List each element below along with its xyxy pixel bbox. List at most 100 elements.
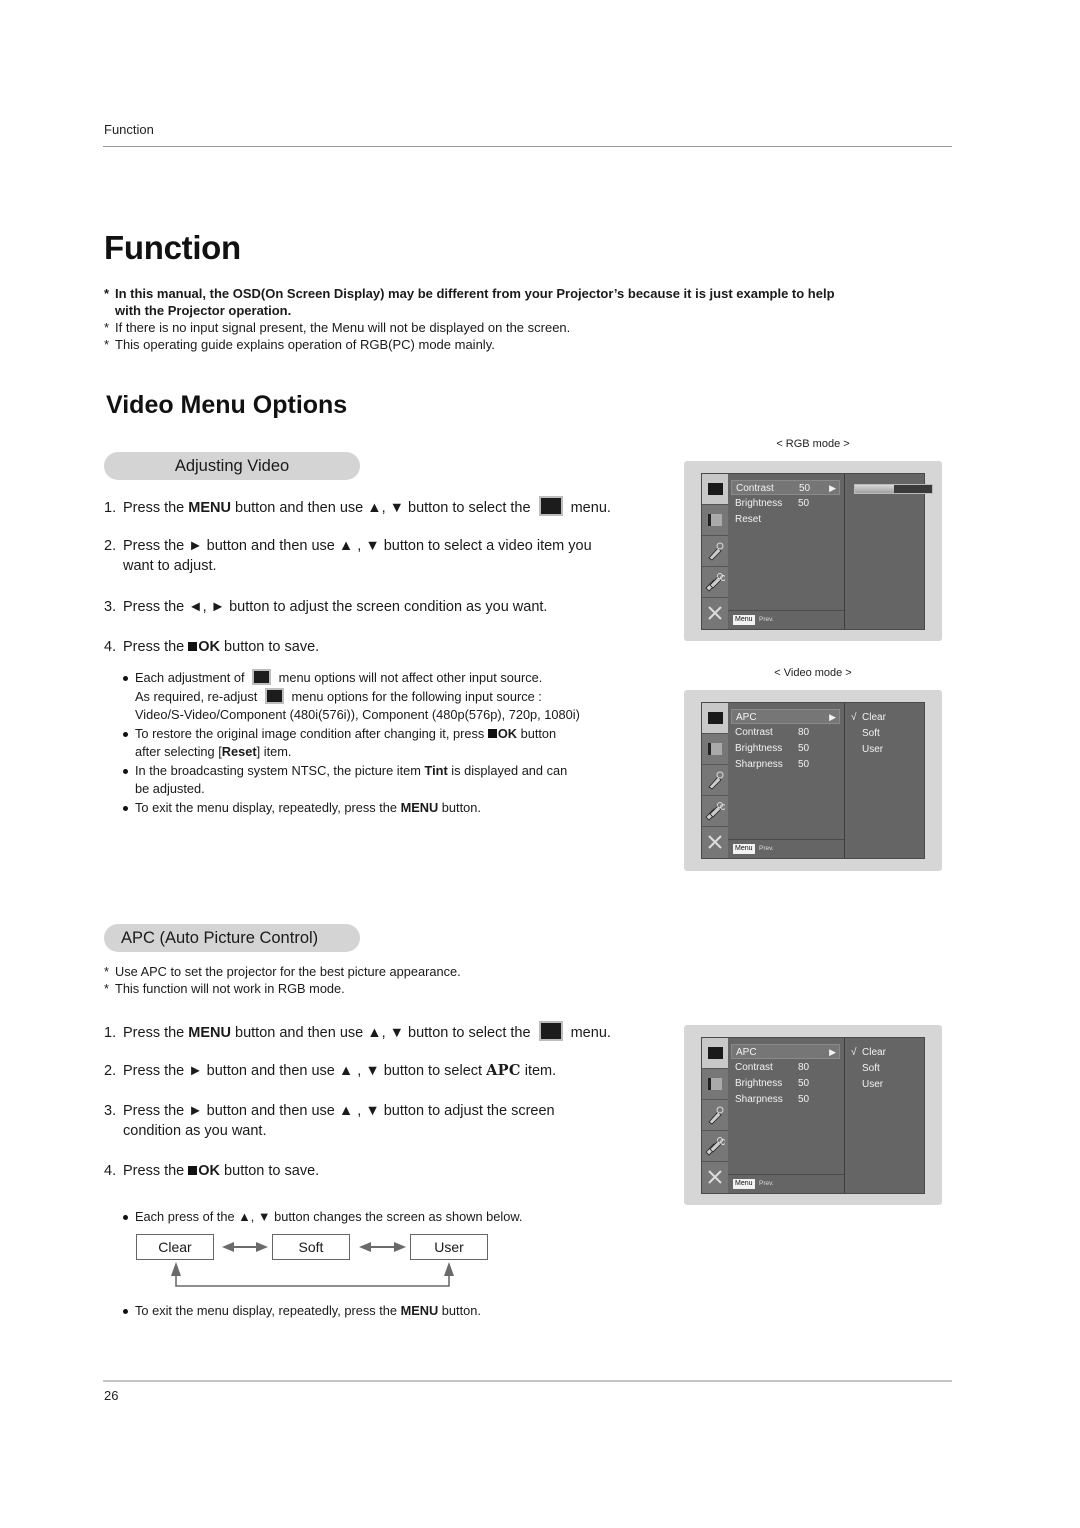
- osd-item-apc[interactable]: APC ▶: [731, 709, 840, 724]
- osd-sidebar: [702, 703, 728, 858]
- osd-panel: APC ▶ Contrast 80 Brightness 50 Sharpness 50…: [701, 702, 925, 859]
- osd-item-brightness[interactable]: Brightness 50: [731, 496, 840, 511]
- menu-key: Menu: [733, 844, 755, 854]
- return-arrow-icon: [171, 1262, 454, 1287]
- picture-icon: [707, 712, 723, 724]
- osd-option-user[interactable]: User: [851, 1077, 883, 1092]
- apc-step-3: 3. Press the ► button and then use ▲ , ▼ …: [104, 1103, 555, 1139]
- picture-menu-icon: [538, 496, 563, 516]
- osd-tab-options-multi: [702, 567, 728, 598]
- picture-menu-icon: [264, 687, 284, 704]
- tools-icon: [708, 606, 722, 620]
- ok-square-icon: [188, 642, 198, 651]
- osd-tab-setup: [702, 1162, 728, 1192]
- osd-tab-options-multi: [702, 796, 728, 827]
- video-mode-label: < Video mode >: [774, 667, 852, 679]
- bullet-input-source: Each adjustment of menu options will not…: [123, 669, 663, 725]
- osd-item-reset[interactable]: Reset: [731, 512, 840, 527]
- osd-panel: APC ▶ Contrast 80 Brightness 50 Sharpness 50…: [701, 1037, 925, 1194]
- step-3: 3. Press the ◄, ► button to adjust the sc…: [104, 599, 548, 615]
- osd-apc-screenshot: APC ▶ Contrast 80 Brightness 50 Sharpness 50…: [684, 1025, 942, 1205]
- osd-item-contrast[interactable]: Contrast 80: [731, 725, 840, 740]
- osd-footer: Menu Prev.: [728, 610, 844, 629]
- contrast-level-fill: [855, 485, 894, 493]
- running-head: Function: [104, 122, 154, 137]
- osd-footer: Menu Prev.: [728, 839, 844, 858]
- step-4: 4. Press the OK button to save.: [104, 639, 320, 655]
- osd-item-sharpness[interactable]: Sharpness 50: [731, 757, 840, 772]
- osd-tab-screen: [702, 734, 728, 765]
- screen-icon: [708, 514, 722, 526]
- osd-item-brightness[interactable]: Brightness 50: [731, 1076, 840, 1091]
- apc-step-1: 1. Press the MENU button and then use ▲, …: [104, 1021, 611, 1043]
- osd-sidebar: [702, 1038, 728, 1193]
- step-1: 1. Press the MENU button and then use ▲, …: [104, 496, 611, 518]
- osd-tab-picture: [702, 474, 728, 505]
- note-apc-rgb: * This function will not work in RGB mode…: [104, 981, 345, 996]
- menu-key: Menu: [733, 1179, 755, 1189]
- apc-notes: * Use APC to set the projector for the be…: [104, 963, 461, 997]
- tags-icon: [705, 802, 725, 821]
- osd-tab-option: [702, 1100, 728, 1131]
- tags-icon: [705, 1137, 725, 1156]
- note-no-signal: * If there is no input signal present, t…: [104, 320, 571, 335]
- picture-menu-icon: [252, 669, 272, 685]
- osd-option-user[interactable]: User: [851, 742, 883, 757]
- tag-icon: [708, 1106, 724, 1125]
- osd-tab-picture: [702, 1038, 728, 1069]
- contrast-level-bar[interactable]: [854, 484, 933, 494]
- menu-key: Menu: [733, 615, 755, 625]
- osd-value-panel: [845, 474, 933, 629]
- screen-icon: [708, 743, 722, 755]
- osd-option-clear[interactable]: √ Clear: [851, 1045, 886, 1060]
- note-rgb-mode: * This operating guide explains operatio…: [104, 337, 495, 352]
- adjusting-video-bullets: Each adjustment of menu options will not…: [123, 669, 663, 817]
- osd-item-contrast[interactable]: Contrast 50 ▶: [731, 480, 840, 495]
- osd-tab-options-multi: [702, 1131, 728, 1162]
- tag-icon: [708, 771, 724, 790]
- osd-tab-setup: [702, 598, 728, 628]
- osd-option-clear[interactable]: √ Clear: [851, 710, 886, 725]
- picture-icon: [707, 483, 723, 495]
- prev-label: Prev.: [759, 616, 774, 623]
- page-number: 26: [104, 1388, 119, 1403]
- osd-option-soft[interactable]: Soft: [851, 1061, 880, 1076]
- osd-video-screenshot: APC ▶ Contrast 80 Brightness 50 Sharpness 50…: [684, 690, 942, 871]
- header-divider: [103, 146, 952, 147]
- osd-menu-list: APC ▶ Contrast 80 Brightness 50 Sharpness 50…: [728, 1038, 845, 1193]
- osd-item-brightness[interactable]: Brightness 50: [731, 741, 840, 756]
- osd-tab-picture: [702, 703, 728, 734]
- osd-sidebar: [702, 474, 728, 629]
- osd-tab-setup: [702, 827, 728, 857]
- osd-option-soft[interactable]: Soft: [851, 726, 880, 741]
- right-arrow-icon: ▶: [829, 1047, 836, 1057]
- screen-icon: [708, 1078, 722, 1090]
- ok-square-icon: [188, 1166, 198, 1175]
- osd-tab-screen: [702, 1069, 728, 1100]
- apc-step-2: 2. Press the ► button and then use ▲ , ▼ …: [104, 1062, 557, 1079]
- note-osd-disclaimer: * In this manual, the OSD(On Screen Disp…: [104, 286, 835, 318]
- osd-footer: Menu Prev.: [728, 1174, 844, 1193]
- osd-tab-option: [702, 765, 728, 796]
- osd-tab-screen: [702, 505, 728, 536]
- osd-item-sharpness[interactable]: Sharpness 50: [731, 1092, 840, 1107]
- check-icon: √: [851, 1047, 857, 1058]
- osd-options-panel: √ Clear Soft User: [845, 703, 924, 858]
- apc-bullet-cycle: Each press of the ▲, ▼ button changes th…: [123, 1208, 663, 1227]
- subsection-heading-adjusting-video: Adjusting Video: [104, 452, 360, 480]
- osd-options-panel: √ Clear Soft User: [845, 1038, 924, 1193]
- bullet-dot-icon: [123, 731, 128, 737]
- bullet-dot-icon: [123, 805, 128, 811]
- subsection-heading-apc: APC (Auto Picture Control): [104, 924, 360, 952]
- rgb-mode-label: < RGB mode >: [776, 438, 850, 450]
- prev-label: Prev.: [759, 1180, 774, 1187]
- osd-item-apc[interactable]: APC ▶: [731, 1044, 840, 1059]
- apc-step-4: 4. Press the OK button to save.: [104, 1163, 320, 1179]
- osd-panel: Contrast 50 ▶ Brightness 50 Reset Menu Prev.: [701, 473, 933, 630]
- ok-square-icon: [487, 728, 497, 738]
- bullet-dot-icon: [123, 1215, 128, 1220]
- section-title: Video Menu Options: [106, 391, 348, 419]
- prev-label: Prev.: [759, 845, 774, 852]
- osd-item-contrast[interactable]: Contrast 80: [731, 1060, 840, 1075]
- tools-icon: [708, 835, 722, 849]
